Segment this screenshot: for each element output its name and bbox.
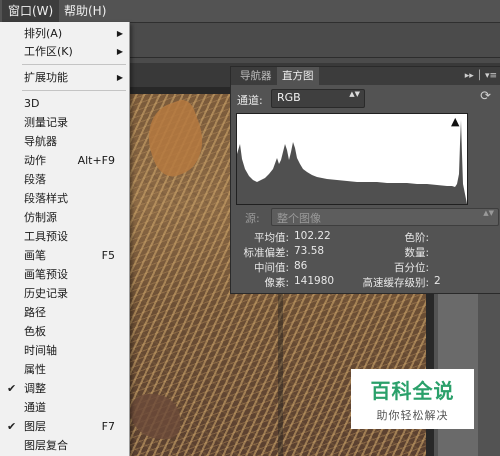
menu-item-label: 工具预设 (24, 230, 68, 243)
menu-item-actions[interactable]: 动作 Alt+F9 (0, 152, 129, 170)
menu-window[interactable]: 窗口(W) (2, 0, 60, 22)
checkmark-icon: ✔ (7, 420, 17, 433)
menu-item-shortcut: Alt+F9 (77, 154, 115, 167)
source-label: 源: (245, 212, 260, 225)
tab-navigator[interactable]: 导航器 (235, 67, 277, 85)
submenu-arrow-icon: ▶ (116, 29, 123, 38)
menu-item-label: 排列(A) (24, 27, 63, 40)
stat-value-stddev: 73.58 (294, 245, 325, 257)
stat-label-pixels: 像素: (264, 277, 289, 289)
stat-label-count: 数量: (404, 247, 429, 259)
histogram-svg (237, 120, 467, 204)
submenu-arrow-icon: ▶ (116, 47, 123, 56)
menu-item-arrange[interactable]: 排列(A) ▶ (0, 25, 129, 43)
stat-value-pixels: 141980 (294, 275, 335, 287)
divider (130, 57, 500, 58)
channel-select[interactable]: RGB ▲▼ (271, 89, 365, 108)
menu-item-swatches[interactable]: 色板 (0, 323, 129, 341)
menu-item-paragraph[interactable]: 段落 (0, 171, 129, 189)
menu-item-adjustments[interactable]: ✔ 调整 (0, 380, 129, 398)
menu-item-label: 段落样式 (24, 192, 68, 205)
photo-leaf (137, 96, 214, 182)
checkmark-icon: ✔ (7, 382, 17, 395)
stat-label-cache-level: 高速缓存级别: (362, 277, 429, 289)
menu-item-clone-source[interactable]: 仿制源 (0, 209, 129, 227)
menu-item-label: 画笔 (24, 249, 46, 262)
panel-header: 导航器 直方图 ▸▸ │ ▾≡ (231, 67, 500, 85)
menu-item-label: 3D (24, 97, 40, 110)
stat-label-stddev: 标准偏差: (243, 247, 289, 259)
menu-separator (22, 64, 126, 65)
menu-item-timeline[interactable]: 时间轴 (0, 342, 129, 360)
channel-value: RGB (277, 91, 301, 104)
menu-help[interactable]: 帮助(H) (58, 0, 112, 22)
menu-item-channels[interactable]: 通道 (0, 399, 129, 417)
menu-item-label: 色板 (24, 325, 46, 338)
stat-value-median: 86 (294, 260, 308, 272)
menu-item-paths[interactable]: 路径 (0, 304, 129, 322)
tab-histogram[interactable]: 直方图 (277, 67, 319, 85)
menu-item-navigator[interactable]: 导航器 (0, 133, 129, 151)
menu-item-label: 测量记录 (24, 116, 68, 129)
menu-item-history[interactable]: 历史记录 (0, 285, 129, 303)
menu-item-layer-comps[interactable]: 图层复合 (0, 437, 129, 455)
menu-item-label: 调整 (24, 382, 46, 395)
watermark-title: 百科全说 (370, 379, 455, 403)
menu-bar: 窗口(W) 帮助(H) (0, 0, 500, 23)
stat-value-cache-level: 2 (434, 275, 441, 287)
menu-item-tool-presets[interactable]: 工具预设 (0, 228, 129, 246)
menu-item-label: 工作区(K) (24, 45, 73, 58)
menu-item-label: 画笔预设 (24, 268, 68, 281)
menu-item-label: 仿制源 (24, 211, 57, 224)
refresh-icon[interactable]: ⟳ (480, 89, 491, 104)
source-value: 整个图像 (277, 212, 321, 225)
menu-item-label: 属性 (24, 363, 46, 376)
menu-item-label: 通道 (24, 401, 46, 414)
histogram-graph (236, 113, 468, 205)
menu-item-properties[interactable]: 属性 (0, 361, 129, 379)
histogram-curve (237, 120, 467, 204)
stat-label-level: 色阶: (404, 232, 429, 244)
channel-label: 通道: (237, 94, 263, 107)
watermark-subtitle: 助你轻松解决 (376, 409, 449, 422)
menu-item-label: 动作 (24, 154, 46, 167)
menu-item-measurement-log[interactable]: 测量记录 (0, 114, 129, 132)
menu-item-label: 图层 (24, 420, 46, 433)
stat-label-percentile: 百分位: (393, 262, 429, 274)
photo-leaf (130, 394, 180, 439)
menu-item-brush-presets[interactable]: 画笔预设 (0, 266, 129, 284)
menu-item-label: 历史记录 (24, 287, 68, 300)
menu-item-shortcut: F5 (101, 249, 115, 262)
menu-item-workspace[interactable]: 工作区(K) ▶ (0, 43, 129, 61)
histogram-panel: 导航器 直方图 ▸▸ │ ▾≡ 通道: RGB ▲▼ ⟳ ▲ 源: 整个图像 ▲… (230, 66, 500, 294)
stat-label-median: 中间值: (253, 262, 289, 274)
menu-item-brush[interactable]: 画笔 F5 (0, 247, 129, 265)
window-menu-dropdown: 排列(A) ▶ 工作区(K) ▶ 扩展功能 ▶ 3D 测量记录 导航器 动作 Alt+F… (0, 22, 130, 456)
menu-item-label: 扩展功能 (24, 71, 68, 84)
select-arrows-icon: ▲▼ (349, 90, 360, 98)
stat-value-mean: 102.22 (294, 230, 331, 242)
menu-item-label: 段落 (24, 173, 46, 186)
menu-item-label: 时间轴 (24, 344, 57, 357)
select-arrows-icon: ▲▼ (483, 209, 494, 217)
menu-item-shortcut: F7 (101, 420, 115, 433)
menu-item-label: 图层复合 (24, 439, 68, 452)
menu-item-label: 导航器 (24, 135, 57, 148)
menu-item-paragraph-styles[interactable]: 段落样式 (0, 190, 129, 208)
watermark-logo: 百科全说 助你轻松解决 (351, 369, 474, 429)
stat-label-mean: 平均值: (253, 232, 289, 244)
menu-item-3d[interactable]: 3D (0, 95, 129, 113)
warning-icon[interactable]: ▲ (451, 115, 459, 128)
menu-item-layers[interactable]: ✔ 图层 F7 (0, 418, 129, 436)
menu-item-label: 路径 (24, 306, 46, 319)
panel-menu-icon[interactable]: ▸▸ │ ▾≡ (465, 67, 497, 85)
menu-item-extensions[interactable]: 扩展功能 ▶ (0, 69, 129, 87)
source-select[interactable]: 整个图像 ▲▼ (271, 208, 499, 226)
submenu-arrow-icon: ▶ (116, 73, 123, 82)
menu-separator (22, 90, 126, 91)
